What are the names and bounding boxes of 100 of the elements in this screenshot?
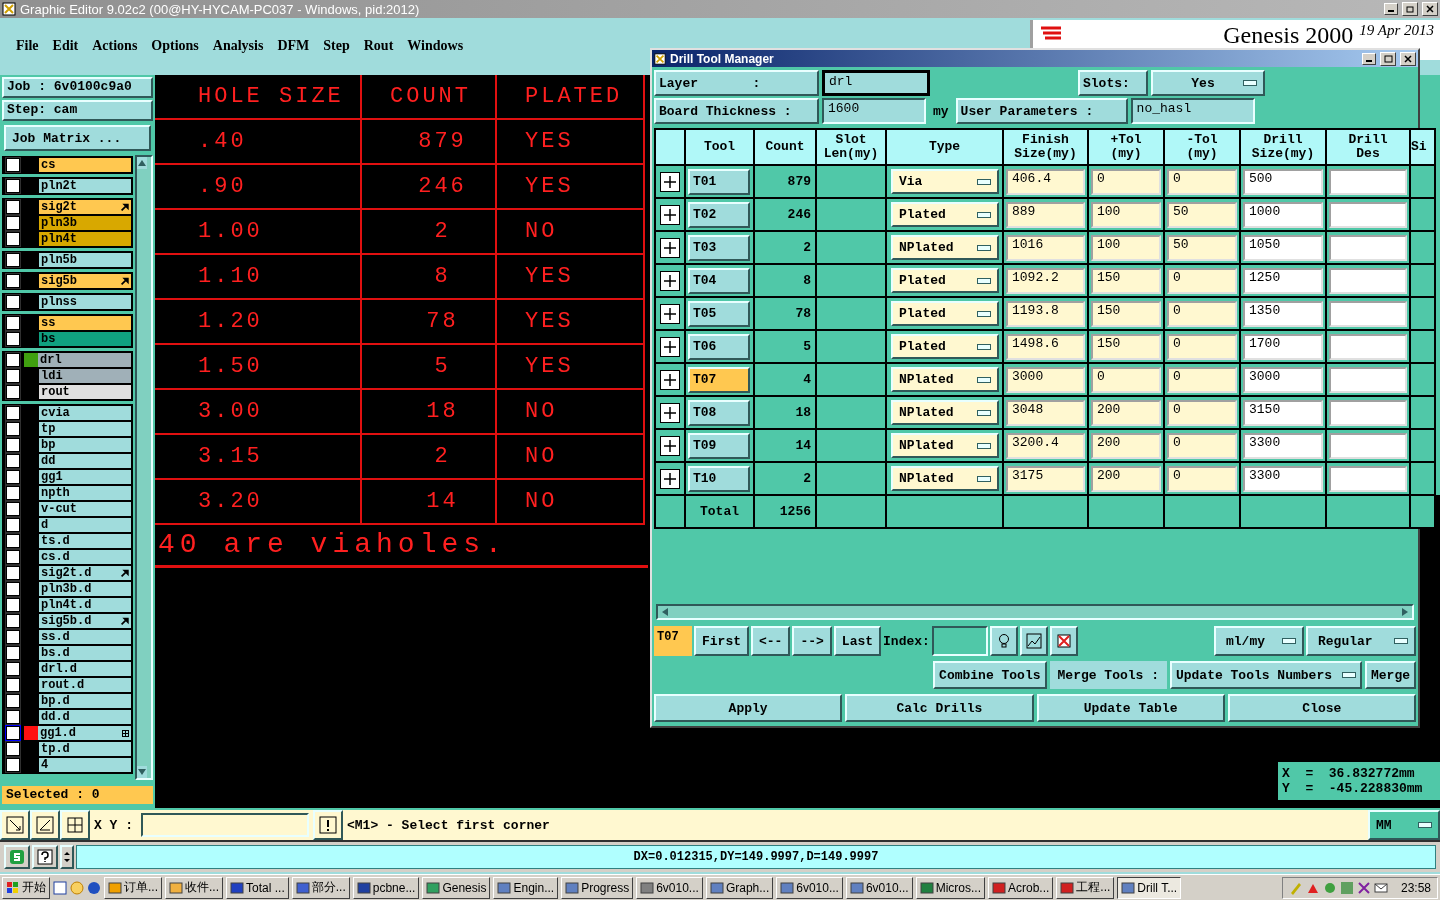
menu-item[interactable]: Options <box>151 38 199 54</box>
delete-button[interactable] <box>1049 626 1078 656</box>
tool-button[interactable]: T03 <box>688 234 750 261</box>
plus-tol-field[interactable]: 0 <box>1091 168 1161 195</box>
expand-button[interactable] <box>660 171 680 192</box>
layer-item[interactable]: dd <box>39 454 131 468</box>
layer-item[interactable]: tp <box>39 422 131 436</box>
nav-button[interactable]: --> <box>792 626 832 656</box>
layer-item[interactable]: tp.d <box>39 742 131 756</box>
close-button[interactable] <box>1422 2 1438 16</box>
nav-button[interactable]: First <box>694 626 749 656</box>
menu-item[interactable]: Analysis <box>212 38 264 54</box>
task-button[interactable]: 6v010... <box>845 876 913 899</box>
layer-item[interactable]: pln4t <box>39 232 131 246</box>
down-arrow-icon[interactable] <box>137 766 147 778</box>
image-button[interactable] <box>1019 626 1048 656</box>
tool-button[interactable]: T09 <box>688 432 750 459</box>
layer-item[interactable]: bs <box>39 332 131 346</box>
drill-size-field[interactable]: 3300 <box>1243 432 1323 459</box>
zoom-button[interactable] <box>0 810 30 840</box>
layer-item[interactable]: sig5b.d <box>39 614 131 628</box>
user-params-field[interactable]: no_hasl <box>1130 98 1255 124</box>
task-button[interactable]: 6v010... <box>776 876 843 899</box>
unit-mode-dropdown[interactable]: ml/my <box>1214 626 1304 656</box>
finish-size-field[interactable]: 1092.2 <box>1006 267 1085 294</box>
drill-size-field[interactable]: 1700 <box>1243 333 1323 360</box>
merge-button[interactable]: Merge <box>1365 661 1416 689</box>
s-button[interactable] <box>4 845 30 869</box>
drill-size-field[interactable]: 3000 <box>1243 366 1323 393</box>
layer-item[interactable]: drl <box>38 353 131 367</box>
nav-button[interactable]: <-- <box>751 626 791 656</box>
up-arrow-icon[interactable] <box>137 157 147 169</box>
finish-size-field[interactable]: 1498.6 <box>1006 333 1085 360</box>
plus-tol-field[interactable]: 100 <box>1091 234 1161 261</box>
thickness-field[interactable]: 1600 <box>822 98 926 124</box>
layer-item[interactable]: drl.d <box>39 662 131 676</box>
expand-button[interactable] <box>660 336 680 357</box>
job-matrix-button[interactable]: Job Matrix ... <box>4 125 151 151</box>
type-dropdown[interactable]: Plated <box>891 268 999 293</box>
type-dropdown[interactable]: NPlated <box>891 466 999 491</box>
type-dropdown[interactable]: NPlated <box>891 235 999 260</box>
tool-button[interactable]: T10 <box>688 465 750 492</box>
layer-item[interactable]: gg1.d <box>38 726 131 740</box>
layer-item[interactable]: v-cut <box>39 502 131 516</box>
minus-tol-field[interactable]: 50 <box>1167 234 1237 261</box>
measure-button[interactable] <box>30 810 60 840</box>
plus-tol-field[interactable]: 150 <box>1091 333 1161 360</box>
minus-tol-field[interactable]: 0 <box>1167 333 1237 360</box>
expand-button[interactable] <box>660 237 680 258</box>
drill-size-field[interactable]: 1250 <box>1243 267 1323 294</box>
menu-item[interactable]: Step <box>323 38 350 54</box>
action-button[interactable]: Update Table <box>1036 694 1225 722</box>
grid-button[interactable] <box>60 810 90 840</box>
task-button[interactable]: Total ... <box>226 876 289 899</box>
layer-item[interactable]: rout <box>39 385 131 399</box>
task-button[interactable]: 部分... <box>291 876 350 899</box>
help-button[interactable] <box>32 845 58 869</box>
drill-size-field[interactable]: 1000 <box>1243 201 1323 228</box>
task-button[interactable]: 6v010... <box>636 876 703 899</box>
layer-item[interactable]: ss.d <box>39 630 131 644</box>
task-button[interactable]: Progress <box>561 876 634 899</box>
finish-size-field[interactable]: 889 <box>1006 201 1085 228</box>
expand-button[interactable] <box>660 468 680 489</box>
tool-button[interactable]: T04 <box>688 267 750 294</box>
type-dropdown[interactable]: Plated <box>891 301 999 326</box>
tool-button[interactable]: T02 <box>688 201 750 228</box>
drill-size-field[interactable]: 500 <box>1243 168 1323 195</box>
layer-item[interactable]: 4 <box>39 758 131 772</box>
expand-button[interactable] <box>660 369 680 390</box>
minus-tol-field[interactable]: 0 <box>1167 300 1237 327</box>
menu-item[interactable]: File <box>16 38 39 54</box>
layer-item[interactable]: sig5b <box>39 274 131 288</box>
menu-item[interactable]: Windows <box>407 38 464 54</box>
action-button[interactable]: Apply <box>654 694 843 722</box>
action-button[interactable]: Calc Drills <box>845 694 1034 722</box>
type-dropdown[interactable]: NPlated <box>891 367 999 392</box>
plus-tol-field[interactable]: 150 <box>1091 300 1161 327</box>
layer-item[interactable]: bp <box>39 438 131 452</box>
layer-item[interactable]: pln4t.d <box>39 598 131 612</box>
layer-item[interactable]: ldi <box>39 369 131 383</box>
bulb-button[interactable] <box>989 626 1018 656</box>
minus-tol-field[interactable]: 50 <box>1167 201 1237 228</box>
plus-tol-field[interactable]: 200 <box>1091 432 1161 459</box>
layer-item[interactable]: ts.d <box>39 534 131 548</box>
minimize-button[interactable] <box>1384 3 1398 15</box>
finish-size-field[interactable]: 3000 <box>1006 366 1085 393</box>
type-dropdown[interactable]: NPlated <box>891 433 999 458</box>
task-button[interactable]: Genesis <box>422 876 491 899</box>
layer-item[interactable]: bp.d <box>39 694 131 708</box>
task-button[interactable]: pcbne... <box>352 876 420 899</box>
minus-tol-field[interactable]: 0 <box>1167 366 1237 393</box>
layer-item[interactable]: pln5b <box>39 253 131 267</box>
layer-item[interactable]: cvia <box>39 406 131 420</box>
menu-item[interactable]: Rout <box>363 38 394 54</box>
minus-tol-field[interactable]: 0 <box>1167 267 1237 294</box>
task-button[interactable]: Micros... <box>915 876 985 899</box>
expand-button[interactable] <box>660 303 680 324</box>
alert-button[interactable] <box>313 810 343 840</box>
type-dropdown[interactable]: Plated <box>891 202 999 227</box>
menu-item[interactable]: DFM <box>277 38 310 54</box>
